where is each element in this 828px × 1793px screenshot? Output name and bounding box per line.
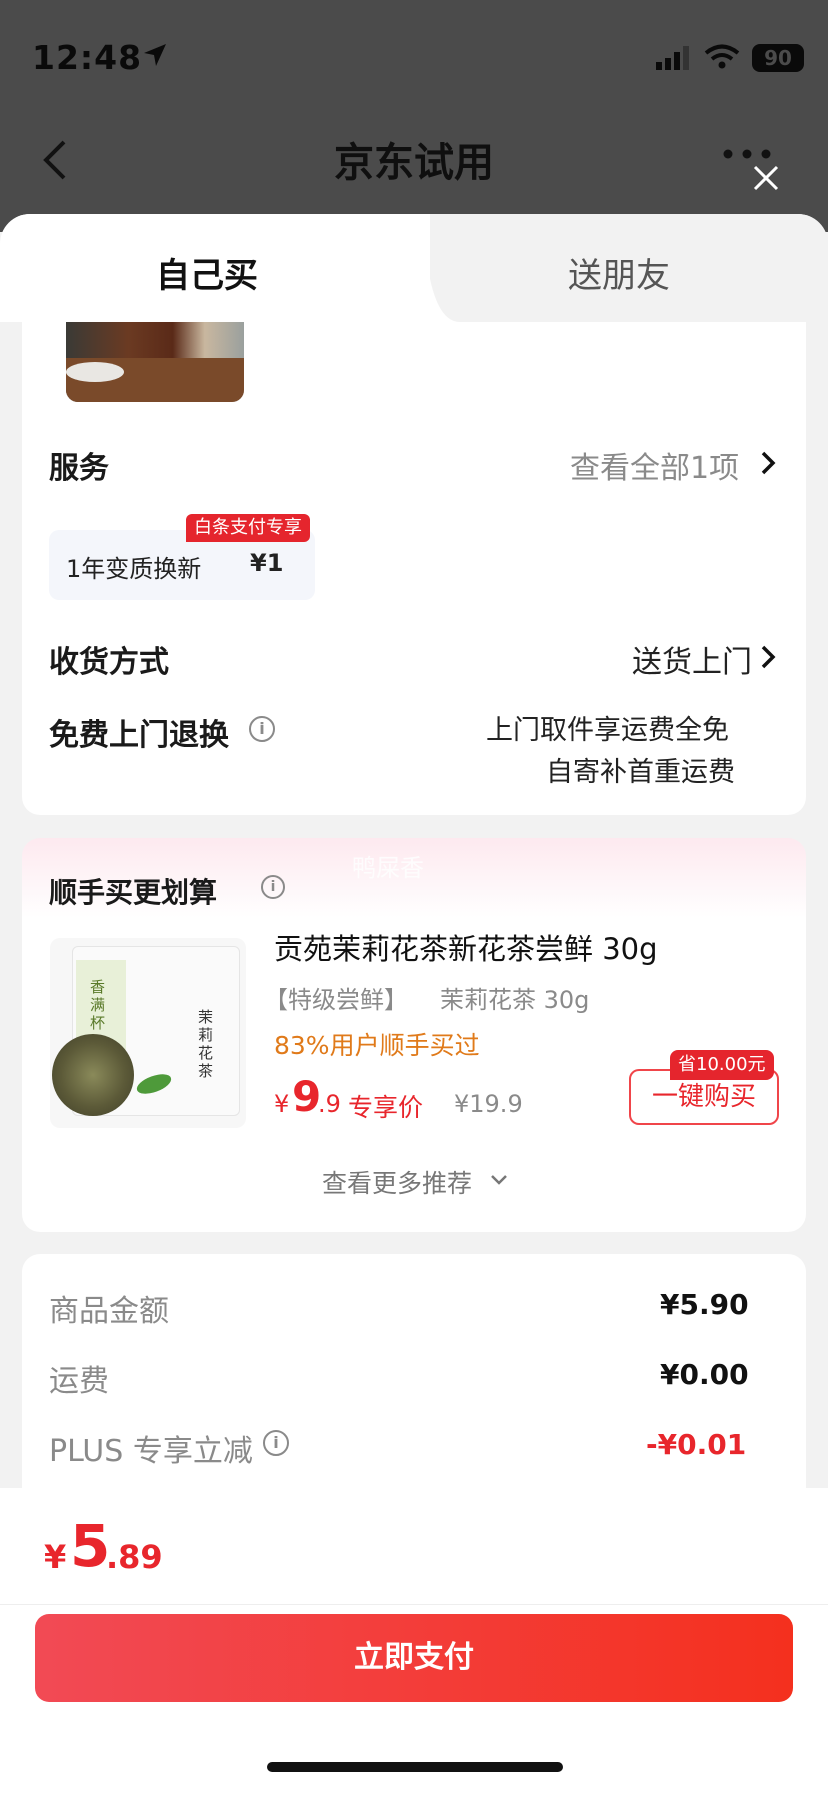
product-thumbnail: [66, 322, 244, 402]
page-title: 京东试用: [334, 140, 494, 186]
wifi-icon: [704, 44, 740, 69]
recommend-spec-tag: 【特级尝鲜】: [264, 986, 408, 1014]
save-badge: 省10.00元: [670, 1050, 774, 1080]
recommend-title: 顺手买更划算: [49, 876, 218, 909]
summary-value: -¥0.01: [646, 1428, 747, 1461]
service-label: 服务: [49, 451, 109, 486]
summary-value: ¥5.90: [660, 1288, 749, 1321]
product-image-text: 茉莉花茶: [198, 1008, 214, 1080]
recommend-orig-price: ¥19.9: [454, 1090, 523, 1118]
delivery-label: 收货方式: [49, 645, 169, 680]
returns-label: 免费上门退换: [49, 718, 229, 753]
product-image-text: 香满杯: [90, 978, 106, 1032]
close-icon[interactable]: [752, 164, 780, 192]
total-dec: .89: [106, 1538, 163, 1576]
summary-label: 运费: [49, 1364, 109, 1399]
summary-label: 商品金额: [49, 1294, 169, 1329]
returns-line2: 自寄补首重运费: [546, 757, 735, 788]
recommend-price-label: 专享价: [348, 1093, 424, 1122]
service-view-all[interactable]: 查看全部1项: [570, 443, 739, 487]
tab-self-label: 自己买: [156, 256, 258, 296]
recommend-product-image[interactable]: 香满杯 茉莉花茶: [50, 938, 246, 1128]
service-item-name: 1年变质换新: [66, 555, 202, 583]
more-icon[interactable]: [722, 148, 772, 160]
info-icon[interactable]: i: [263, 1430, 289, 1456]
location-arrow-icon: [144, 44, 166, 66]
info-icon[interactable]: i: [261, 875, 285, 899]
tab-gift-label: 送朋友: [568, 256, 670, 296]
watermark-text: 鸭屎香: [352, 854, 424, 882]
delivery-value[interactable]: 送货上门: [632, 637, 752, 681]
chevron-right-icon[interactable]: [760, 450, 776, 476]
dimmed-overlay: [0, 0, 828, 232]
recommend-spec: 茉莉花茶 30g: [440, 986, 590, 1014]
summary-label: PLUS 专享立减: [49, 1434, 253, 1469]
tab-curve: [400, 214, 460, 322]
recommend-currency: ¥: [274, 1090, 290, 1118]
recommend-price-dec: .9: [318, 1090, 341, 1118]
chevron-down-icon[interactable]: [490, 1174, 508, 1186]
divider: [0, 1604, 828, 1605]
home-indicator[interactable]: [267, 1762, 563, 1772]
status-time: 12:48: [32, 38, 143, 77]
recommend-stat: 83%用户顺手买过: [274, 1031, 480, 1060]
more-recommend-link[interactable]: 查看更多推荐: [322, 1164, 472, 1200]
info-icon[interactable]: i: [249, 716, 275, 742]
signal-icon: [656, 46, 689, 70]
summary-value: ¥0.00: [660, 1358, 749, 1391]
total-int: 5: [70, 1512, 111, 1580]
recommend-product-name[interactable]: 贡苑茉莉花茶新花茶尝鲜 30g: [274, 926, 658, 968]
returns-line1: 上门取件享运费全免: [486, 715, 729, 746]
chevron-right-icon[interactable]: [760, 644, 776, 670]
service-badge: 白条支付专享: [186, 514, 310, 542]
service-item-price: ¥1: [250, 549, 284, 577]
total-currency: ¥: [44, 1538, 67, 1576]
pay-now-button[interactable]: 立即支付: [35, 1614, 793, 1702]
battery-icon: 90: [752, 44, 804, 72]
recommend-price-int: 9: [292, 1072, 322, 1121]
